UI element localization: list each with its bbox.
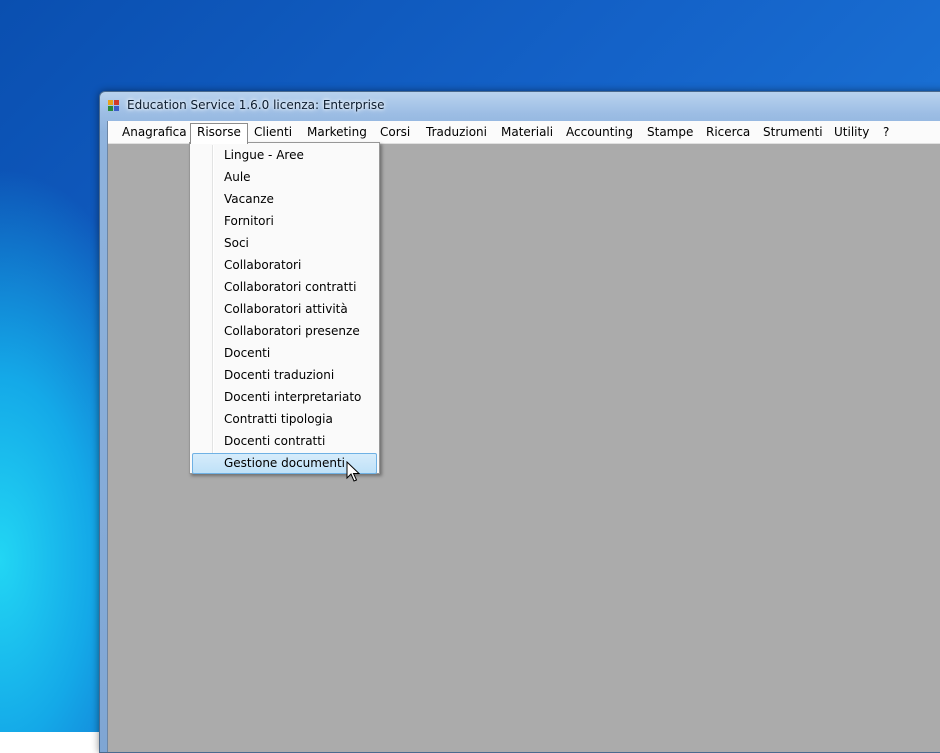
menu-clienti[interactable]: Clienti bbox=[247, 123, 299, 141]
menu-item-docenti-interpretariato[interactable]: Docenti interpretariato bbox=[192, 387, 377, 407]
risorse-dropdown-menu: Lingue - Aree Aule Vacanze Fornitori Soc… bbox=[189, 142, 380, 474]
menu-item-docenti-traduzioni[interactable]: Docenti traduzioni bbox=[192, 365, 377, 385]
app-icon bbox=[108, 100, 120, 112]
menu-item-collaboratori[interactable]: Collaboratori bbox=[192, 255, 377, 275]
menu-item-fornitori[interactable]: Fornitori bbox=[192, 211, 377, 231]
menu-item-collaboratori-attivita[interactable]: Collaboratori attività bbox=[192, 299, 377, 319]
menu-item-aule[interactable]: Aule bbox=[192, 167, 377, 187]
window-title: Education Service 1.6.0 licenza: Enterpr… bbox=[127, 98, 385, 112]
menu-accounting[interactable]: Accounting bbox=[559, 123, 640, 141]
menu-corsi[interactable]: Corsi bbox=[373, 123, 417, 141]
menu-item-lingue-aree[interactable]: Lingue - Aree bbox=[192, 145, 377, 165]
menu-anagrafica[interactable]: Anagrafica bbox=[115, 123, 194, 141]
menu-bar: Anagrafica Risorse Clienti Marketing Cor… bbox=[108, 121, 940, 144]
mouse-pointer-icon bbox=[346, 461, 360, 482]
menu-strumenti[interactable]: Strumenti bbox=[756, 123, 830, 141]
menu-item-collaboratori-contratti[interactable]: Collaboratori contratti bbox=[192, 277, 377, 297]
menu-help[interactable]: ? bbox=[876, 123, 896, 141]
menu-traduzioni[interactable]: Traduzioni bbox=[419, 123, 494, 141]
menu-risorse[interactable]: Risorse bbox=[190, 123, 248, 144]
menu-ricerca[interactable]: Ricerca bbox=[699, 123, 757, 141]
menu-marketing[interactable]: Marketing bbox=[300, 123, 374, 141]
menu-materiali[interactable]: Materiali bbox=[494, 123, 560, 141]
menu-item-docenti[interactable]: Docenti bbox=[192, 343, 377, 363]
menu-utility[interactable]: Utility bbox=[827, 123, 876, 141]
menu-stampe[interactable]: Stampe bbox=[640, 123, 700, 141]
title-bar[interactable]: Education Service 1.6.0 licenza: Enterpr… bbox=[100, 92, 940, 120]
menu-item-docenti-contratti[interactable]: Docenti contratti bbox=[192, 431, 377, 451]
menu-item-soci[interactable]: Soci bbox=[192, 233, 377, 253]
menu-item-vacanze[interactable]: Vacanze bbox=[192, 189, 377, 209]
menu-item-collaboratori-presenze[interactable]: Collaboratori presenze bbox=[192, 321, 377, 341]
menu-item-contratti-tipologia[interactable]: Contratti tipologia bbox=[192, 409, 377, 429]
